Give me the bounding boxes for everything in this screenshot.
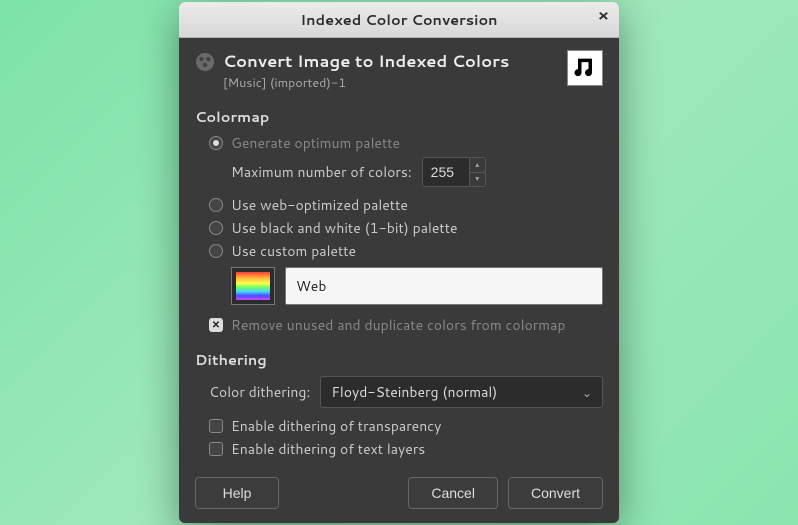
header-subtitle: [Music] (imported)-1 <box>223 74 559 92</box>
palette-gradient-icon <box>236 272 270 300</box>
radio-bw-palette[interactable]: Use black and white (1-bit) palette <box>209 218 603 238</box>
radio-icon <box>209 136 223 150</box>
image-preview-icon <box>567 50 603 86</box>
max-colors-input[interactable] <box>423 158 469 186</box>
header: Convert Image to Indexed Colors [Music] … <box>195 50 603 92</box>
radio-custom-palette[interactable]: Use custom palette <box>209 241 603 261</box>
checkbox-label: Enable dithering of transparency <box>231 416 441 436</box>
max-colors-label: Maximum number of colors: <box>231 162 412 182</box>
spinner-up-icon[interactable]: ▲ <box>470 158 485 173</box>
color-dithering-label: Color dithering: <box>209 382 310 402</box>
radio-label: Use custom palette <box>231 241 356 261</box>
header-title: Convert Image to Indexed Colors <box>223 50 559 73</box>
convert-button[interactable]: Convert <box>508 477 603 509</box>
checkbox-icon <box>209 442 223 456</box>
dithering-section-title: Dithering <box>195 349 603 370</box>
radio-label: Use black and white (1-bit) palette <box>231 218 458 238</box>
titlebar[interactable]: Indexed Color Conversion × <box>179 2 619 38</box>
radio-icon <box>209 221 223 235</box>
radio-web-palette[interactable]: Use web-optimized palette <box>209 195 603 215</box>
checkbox-icon <box>209 318 223 332</box>
color-dithering-select[interactable]: Floyd-Steinberg (normal) ⌄ <box>320 376 603 408</box>
spinner-down-icon[interactable]: ▼ <box>470 173 485 187</box>
convert-icon <box>195 52 215 72</box>
checkbox-label: Enable dithering of text layers <box>231 439 425 459</box>
cancel-button[interactable]: Cancel <box>408 477 498 509</box>
chevron-down-icon: ⌄ <box>582 384 592 401</box>
window-title: Indexed Color Conversion <box>300 9 497 30</box>
close-icon[interactable]: × <box>598 8 609 24</box>
help-button[interactable]: Help <box>195 477 279 509</box>
checkbox-remove-dups[interactable]: Remove unused and duplicate colors from … <box>209 315 603 335</box>
radio-icon <box>209 244 223 258</box>
checkbox-label: Remove unused and duplicate colors from … <box>231 315 565 335</box>
radio-icon <box>209 198 223 212</box>
dialog-content: Convert Image to Indexed Colors [Music] … <box>179 38 619 523</box>
palette-name-value: Web <box>296 276 326 296</box>
radio-generate-optimum[interactable]: Generate optimum palette <box>209 133 603 153</box>
radio-label: Use web-optimized palette <box>231 195 408 215</box>
checkbox-dither-text-layers[interactable]: Enable dithering of text layers <box>209 439 603 459</box>
checkbox-icon <box>209 419 223 433</box>
max-colors-spinner[interactable]: ▲ ▼ <box>422 157 486 187</box>
button-row: Help Cancel Convert <box>195 477 603 509</box>
palette-swatch-button[interactable] <box>231 267 275 305</box>
palette-name-field[interactable]: Web <box>285 267 603 305</box>
checkbox-dither-transparency[interactable]: Enable dithering of transparency <box>209 416 603 436</box>
colormap-section-title: Colormap <box>195 106 603 127</box>
select-value: Floyd-Steinberg (normal) <box>331 382 497 402</box>
dialog: Indexed Color Conversion × Convert Image… <box>179 2 619 523</box>
radio-label: Generate optimum palette <box>231 133 400 153</box>
